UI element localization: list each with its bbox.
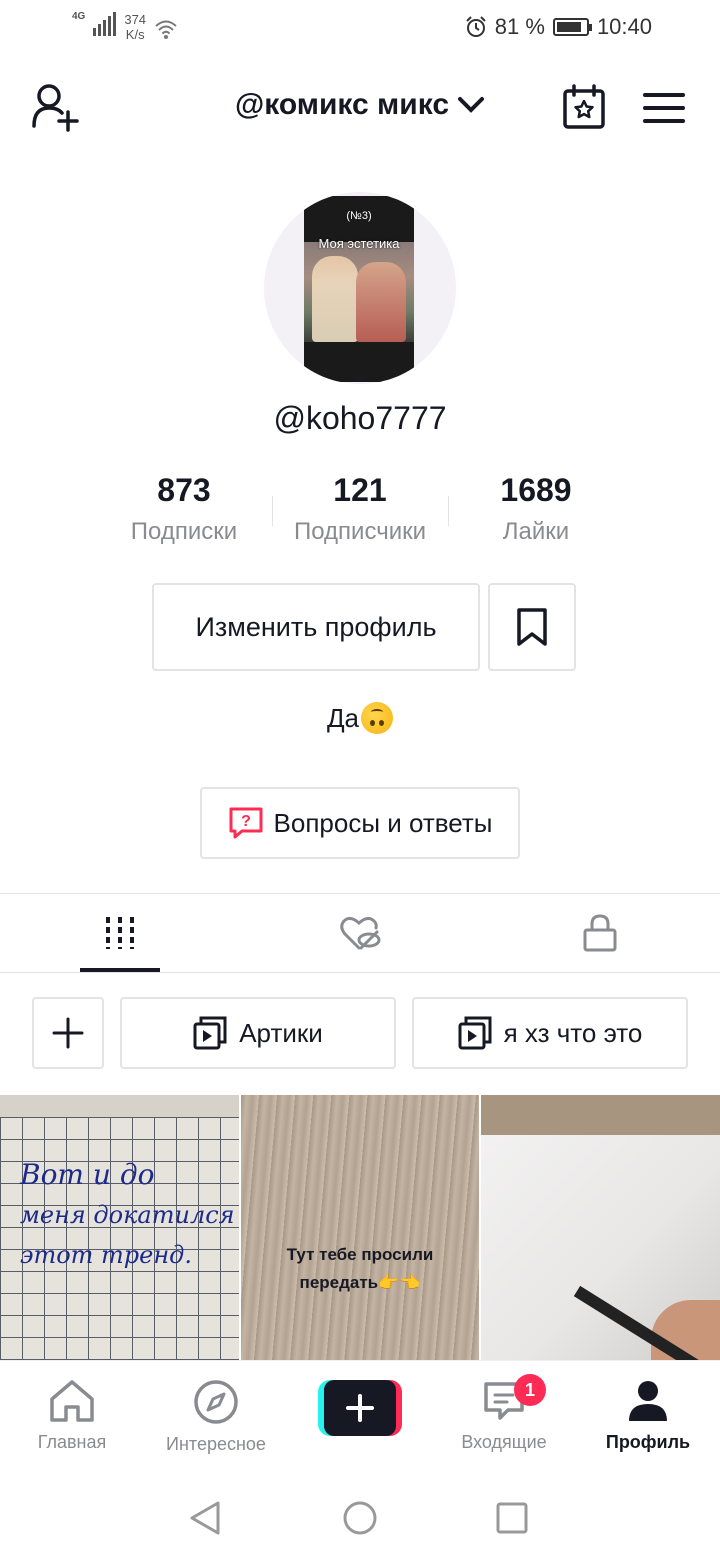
signal-icon	[93, 12, 117, 36]
video-text: Тут тебе просили передать👉👈	[241, 1241, 480, 1297]
playlist-row: Артики я хз что это	[32, 997, 688, 1069]
video-text-line: Тут тебе просили	[286, 1245, 434, 1264]
plus-icon	[52, 1017, 84, 1049]
chevron-down-icon	[458, 97, 484, 113]
playlist-label: я хз что это	[503, 1017, 643, 1048]
nav-inbox[interactable]: Входящие	[432, 1379, 576, 1453]
recents-icon[interactable]	[496, 1502, 528, 1534]
video-text-line: меня докатился	[20, 1201, 235, 1229]
divider	[0, 972, 720, 973]
video-text-line: этот тренд.	[20, 1241, 193, 1269]
system-nav	[0, 1460, 720, 1560]
account-name: @комикс микс	[234, 88, 449, 121]
stat-followers[interactable]: 121 Подписчики	[272, 470, 448, 550]
plus-icon	[346, 1394, 374, 1422]
status-right: 81 % 10:40	[465, 14, 652, 40]
qa-button-label: Вопросы и ответы	[273, 807, 493, 838]
clock: 10:40	[596, 14, 652, 39]
battery-icon	[552, 18, 592, 36]
stat-following[interactable]: 873 Подписки	[96, 470, 272, 550]
stat-likes[interactable]: 1689 Лайки	[448, 470, 624, 550]
avatar[interactable]: (№3) Моя эстетика	[264, 192, 456, 384]
back-icon[interactable]	[188, 1500, 222, 1536]
tab-private[interactable]	[480, 894, 720, 972]
nav-profile[interactable]: Профиль	[576, 1379, 720, 1453]
playlist-label: Артики	[239, 1017, 323, 1048]
nav-label: Интересное	[166, 1434, 266, 1454]
avatar-caption: Моя эстетика	[318, 236, 400, 251]
calendar-star-icon[interactable]	[562, 84, 606, 130]
stat-label: Подписки	[130, 518, 238, 545]
bookmark-icon	[517, 608, 547, 646]
network-speed: 374 K/s	[124, 12, 146, 42]
alarm-icon	[466, 16, 486, 37]
speed-value: 374	[124, 12, 147, 27]
video-text-line: передать👉👈	[299, 1273, 421, 1292]
video-grid: Вот и до меня докатился этот тренд. Тут …	[0, 1095, 720, 1360]
content-tabs	[0, 894, 720, 972]
status-left: 4G 374 K/s	[72, 12, 178, 42]
playlist-icon	[458, 1016, 492, 1050]
svg-text:?: ?	[241, 813, 251, 830]
battery-percent: 81 %	[494, 14, 545, 39]
playlist-icon	[193, 1016, 227, 1050]
playlist-chip[interactable]: Артики	[120, 997, 396, 1069]
avatar-image: (№3) Моя эстетика	[304, 196, 414, 382]
tab-videos[interactable]	[0, 894, 240, 972]
nav-label: Главная	[37, 1432, 107, 1452]
network-label: 4G	[72, 11, 86, 22]
grid-icon	[106, 917, 134, 949]
wifi-icon	[155, 20, 177, 39]
profile-stats: 873 Подписки 121 Подписчики 1689 Лайки	[96, 470, 624, 550]
account-switcher[interactable]: @комикс микс	[0, 88, 720, 122]
stat-label: Лайки	[502, 518, 570, 545]
stat-value: 1689	[500, 472, 572, 508]
profile-icon	[629, 1381, 667, 1421]
add-playlist-button[interactable]	[32, 997, 104, 1069]
playlist-chip[interactable]: я хз что это	[412, 997, 688, 1069]
home-icon	[50, 1380, 94, 1422]
favorites-button[interactable]	[488, 583, 576, 671]
stat-label: Подписчики	[293, 518, 427, 545]
video-thumbnail[interactable]: Вот и до меня докатился этот тренд.	[0, 1095, 239, 1360]
network-type: 4G	[72, 12, 85, 22]
bottom-nav: Главная Интересное Входящие 1 Профиль	[0, 1360, 720, 1460]
status-bar: 4G 374 K/s 81 % 10:40	[0, 0, 720, 56]
notification-badge: 1	[514, 1374, 546, 1406]
nav-discover[interactable]: Интересное	[144, 1379, 288, 1455]
bio: Да	[0, 702, 720, 734]
video-thumbnail[interactable]	[481, 1095, 720, 1360]
upside-down-face-icon	[361, 702, 394, 734]
liked-hidden-icon	[340, 916, 381, 950]
avatar-tag: (№3)	[346, 210, 372, 222]
nav-label: Входящие	[461, 1432, 547, 1452]
lock-icon	[583, 914, 617, 952]
bio-text: Да	[326, 702, 360, 733]
video-text: Вот и до меня докатился этот тренд.	[20, 1155, 235, 1275]
video-text-line: Вот и до	[20, 1158, 155, 1191]
question-bubble-icon: ?	[229, 807, 263, 839]
qa-button[interactable]: ? Вопросы и ответы	[200, 787, 520, 859]
nav-label: Профиль	[605, 1432, 691, 1452]
video-thumbnail[interactable]: Тут тебе просили передать👉👈	[240, 1095, 480, 1360]
username: @koho7777	[273, 400, 447, 436]
home-circle-icon[interactable]	[342, 1500, 378, 1536]
edit-profile-button[interactable]: Изменить профиль	[152, 583, 480, 671]
stat-value: 121	[333, 472, 387, 508]
compass-icon	[194, 1380, 238, 1424]
nav-home[interactable]: Главная	[0, 1379, 144, 1453]
create-button[interactable]	[318, 1380, 402, 1436]
profile-header: @комикс микс	[0, 78, 720, 138]
menu-icon[interactable]	[643, 92, 685, 124]
speed-unit: K/s	[125, 27, 145, 42]
tab-liked[interactable]	[240, 894, 480, 972]
stat-value: 873	[157, 472, 211, 508]
